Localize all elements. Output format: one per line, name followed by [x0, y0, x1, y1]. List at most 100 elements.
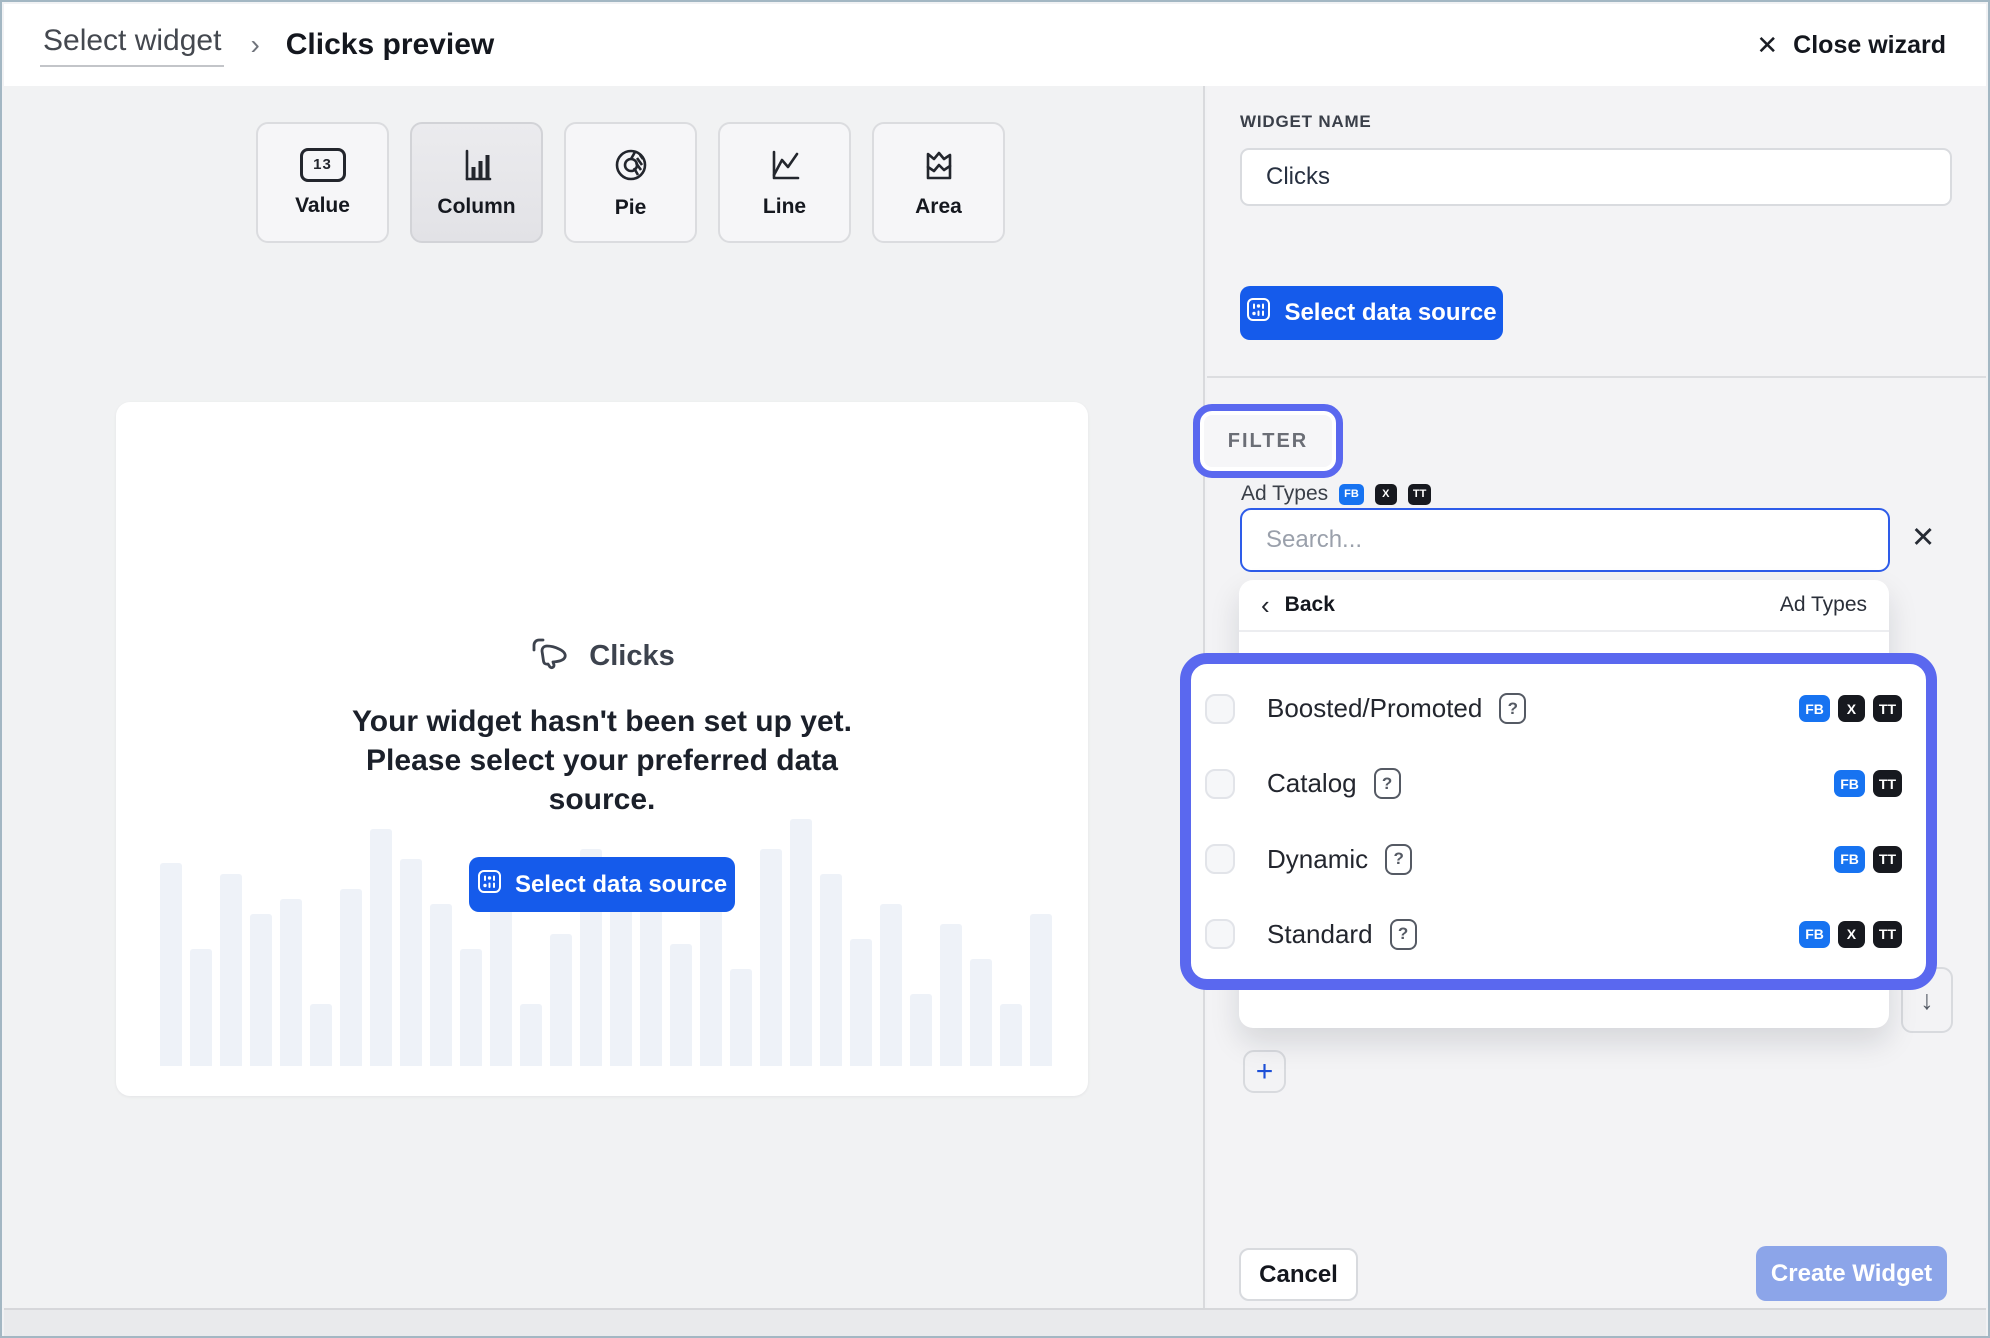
filter-field-ad-types: Ad Types FB X TT — [1241, 482, 1431, 506]
type-label-value: Value — [295, 194, 350, 218]
dropdown-title: Ad Types — [1780, 593, 1867, 617]
placeholder-bar — [670, 944, 692, 1066]
type-button-line[interactable]: Line — [718, 122, 851, 243]
help-icon[interactable]: ? — [1374, 768, 1401, 799]
option-row-standard[interactable]: Standard ? FB X TT — [1205, 897, 1902, 972]
placeholder-bar — [460, 949, 482, 1066]
checkbox-boosted-promoted[interactable] — [1205, 694, 1235, 724]
option-row-dynamic[interactable]: Dynamic ? FB TT — [1205, 822, 1902, 897]
message-line: Please select your preferred data — [116, 741, 1088, 780]
placeholder-bar — [610, 909, 632, 1066]
platform-badge-tt: TT — [1873, 921, 1902, 948]
placeholder-bar — [970, 959, 992, 1066]
back-label: Back — [1285, 593, 1335, 617]
type-label-column: Column — [437, 195, 515, 219]
placeholder-bar — [730, 969, 752, 1066]
placeholder-bar — [760, 849, 782, 1066]
type-button-column[interactable]: Column — [410, 122, 543, 243]
placeholder-bar — [880, 904, 902, 1066]
placeholder-bar — [370, 829, 392, 1066]
column-chart-icon — [458, 147, 496, 183]
message-line: source. — [116, 780, 1088, 819]
option-badges: FB X TT — [1799, 695, 1902, 722]
platform-badge-fb: FB — [1799, 695, 1830, 722]
placeholder-bar — [790, 819, 812, 1066]
platform-badge-tt: TT — [1873, 846, 1902, 873]
placeholder-bar — [490, 889, 512, 1066]
back-button[interactable]: ‹ Back — [1261, 592, 1335, 618]
page-title: Clicks preview — [286, 28, 494, 62]
dropdown-header: ‹ Back Ad Types — [1239, 580, 1889, 630]
placeholder-bar — [850, 939, 872, 1066]
placeholder-bar — [940, 924, 962, 1066]
cancel-button[interactable]: Cancel — [1239, 1248, 1358, 1301]
platform-badge-tt: TT — [1408, 484, 1431, 505]
select-data-source-label: Select data source — [1284, 299, 1496, 327]
checkbox-catalog[interactable] — [1205, 769, 1235, 799]
section-divider — [1207, 376, 1986, 378]
platform-badge-x: X — [1838, 695, 1865, 722]
type-button-value[interactable]: 13 Value — [256, 122, 389, 243]
help-icon[interactable]: ? — [1390, 919, 1417, 950]
placeholder-bar — [340, 889, 362, 1066]
select-data-source-button-preview[interactable]: Select data source — [469, 857, 735, 912]
chevron-left-icon: ‹ — [1261, 592, 1270, 618]
option-label: Standard — [1267, 919, 1373, 950]
option-badges: FB X TT — [1799, 921, 1902, 948]
preview-pane: 13 Value Column — [4, 86, 1205, 1308]
placeholder-bar — [430, 904, 452, 1066]
type-button-area[interactable]: Area — [872, 122, 1005, 243]
type-label-area: Area — [915, 195, 962, 219]
type-button-pie[interactable]: Pie — [564, 122, 697, 243]
preview-widget-title: Clicks — [116, 634, 1088, 679]
placeholder-bar — [1000, 1004, 1022, 1066]
data-source-icon — [1246, 297, 1271, 329]
placeholder-bar — [550, 934, 572, 1066]
platform-badge-fb: FB — [1834, 770, 1865, 797]
options-highlight-annotation: Boosted/Promoted ? FB X TT Catalog ? FB … — [1180, 653, 1937, 990]
help-icon[interactable]: ? — [1385, 844, 1412, 875]
option-row-boosted-promoted[interactable]: Boosted/Promoted ? FB X TT — [1205, 671, 1902, 746]
preview-title-text: Clicks — [589, 640, 674, 673]
placeholder-bar — [160, 863, 182, 1066]
add-filter-button[interactable]: + — [1243, 1050, 1286, 1093]
close-wizard-button[interactable]: ✕ Close wizard — [1756, 30, 1946, 61]
search-input[interactable] — [1240, 508, 1890, 572]
breadcrumb-select-widget[interactable]: Select widget — [40, 24, 224, 67]
option-label: Catalog — [1267, 768, 1357, 799]
checkbox-dynamic[interactable] — [1205, 844, 1235, 874]
select-data-source-label: Select data source — [515, 871, 727, 899]
platform-badge-fb: FB — [1834, 846, 1865, 873]
platform-badge-fb: FB — [1799, 921, 1830, 948]
placeholder-bar — [820, 874, 842, 1066]
widget-type-selector: 13 Value Column — [256, 122, 1005, 243]
widget-name-input[interactable] — [1240, 148, 1952, 206]
checkbox-standard[interactable] — [1205, 919, 1235, 949]
settings-pane: WIDGET NAME Select data source FILTER Ad… — [1207, 86, 1986, 1308]
placeholder-bar — [280, 899, 302, 1066]
create-widget-button[interactable]: Create Widget — [1756, 1246, 1947, 1301]
area-chart-icon — [920, 147, 958, 183]
close-icon: ✕ — [1756, 30, 1778, 61]
line-chart-icon — [766, 147, 804, 183]
placeholder-bar — [220, 874, 242, 1066]
clear-filter-icon[interactable]: ✕ — [1911, 524, 1935, 553]
select-data-source-button[interactable]: Select data source — [1240, 286, 1503, 340]
clicks-icon — [529, 634, 573, 679]
placeholder-bar — [520, 1004, 542, 1066]
option-row-catalog[interactable]: Catalog ? FB TT — [1205, 746, 1902, 821]
bottom-edge-strip — [4, 1308, 1986, 1338]
value-icon: 13 — [300, 148, 346, 182]
preview-empty-message: Your widget hasn't been set up yet. Plea… — [116, 702, 1088, 819]
option-badges: FB TT — [1834, 770, 1902, 797]
close-wizard-label: Close wizard — [1793, 31, 1946, 60]
help-icon[interactable]: ? — [1499, 693, 1526, 724]
platform-badge-tt: TT — [1873, 695, 1902, 722]
breadcrumb: Select widget › Clicks preview — [40, 24, 494, 67]
ad-types-label: Ad Types — [1241, 482, 1328, 506]
placeholder-bar — [700, 894, 722, 1066]
platform-badge-x: X — [1375, 484, 1397, 505]
widget-preview-card: Clicks Your widget hasn't been set up ye… — [116, 402, 1088, 1096]
wizard-header: Select widget › Clicks preview ✕ Close w… — [4, 4, 1986, 86]
data-source-icon — [477, 869, 502, 901]
